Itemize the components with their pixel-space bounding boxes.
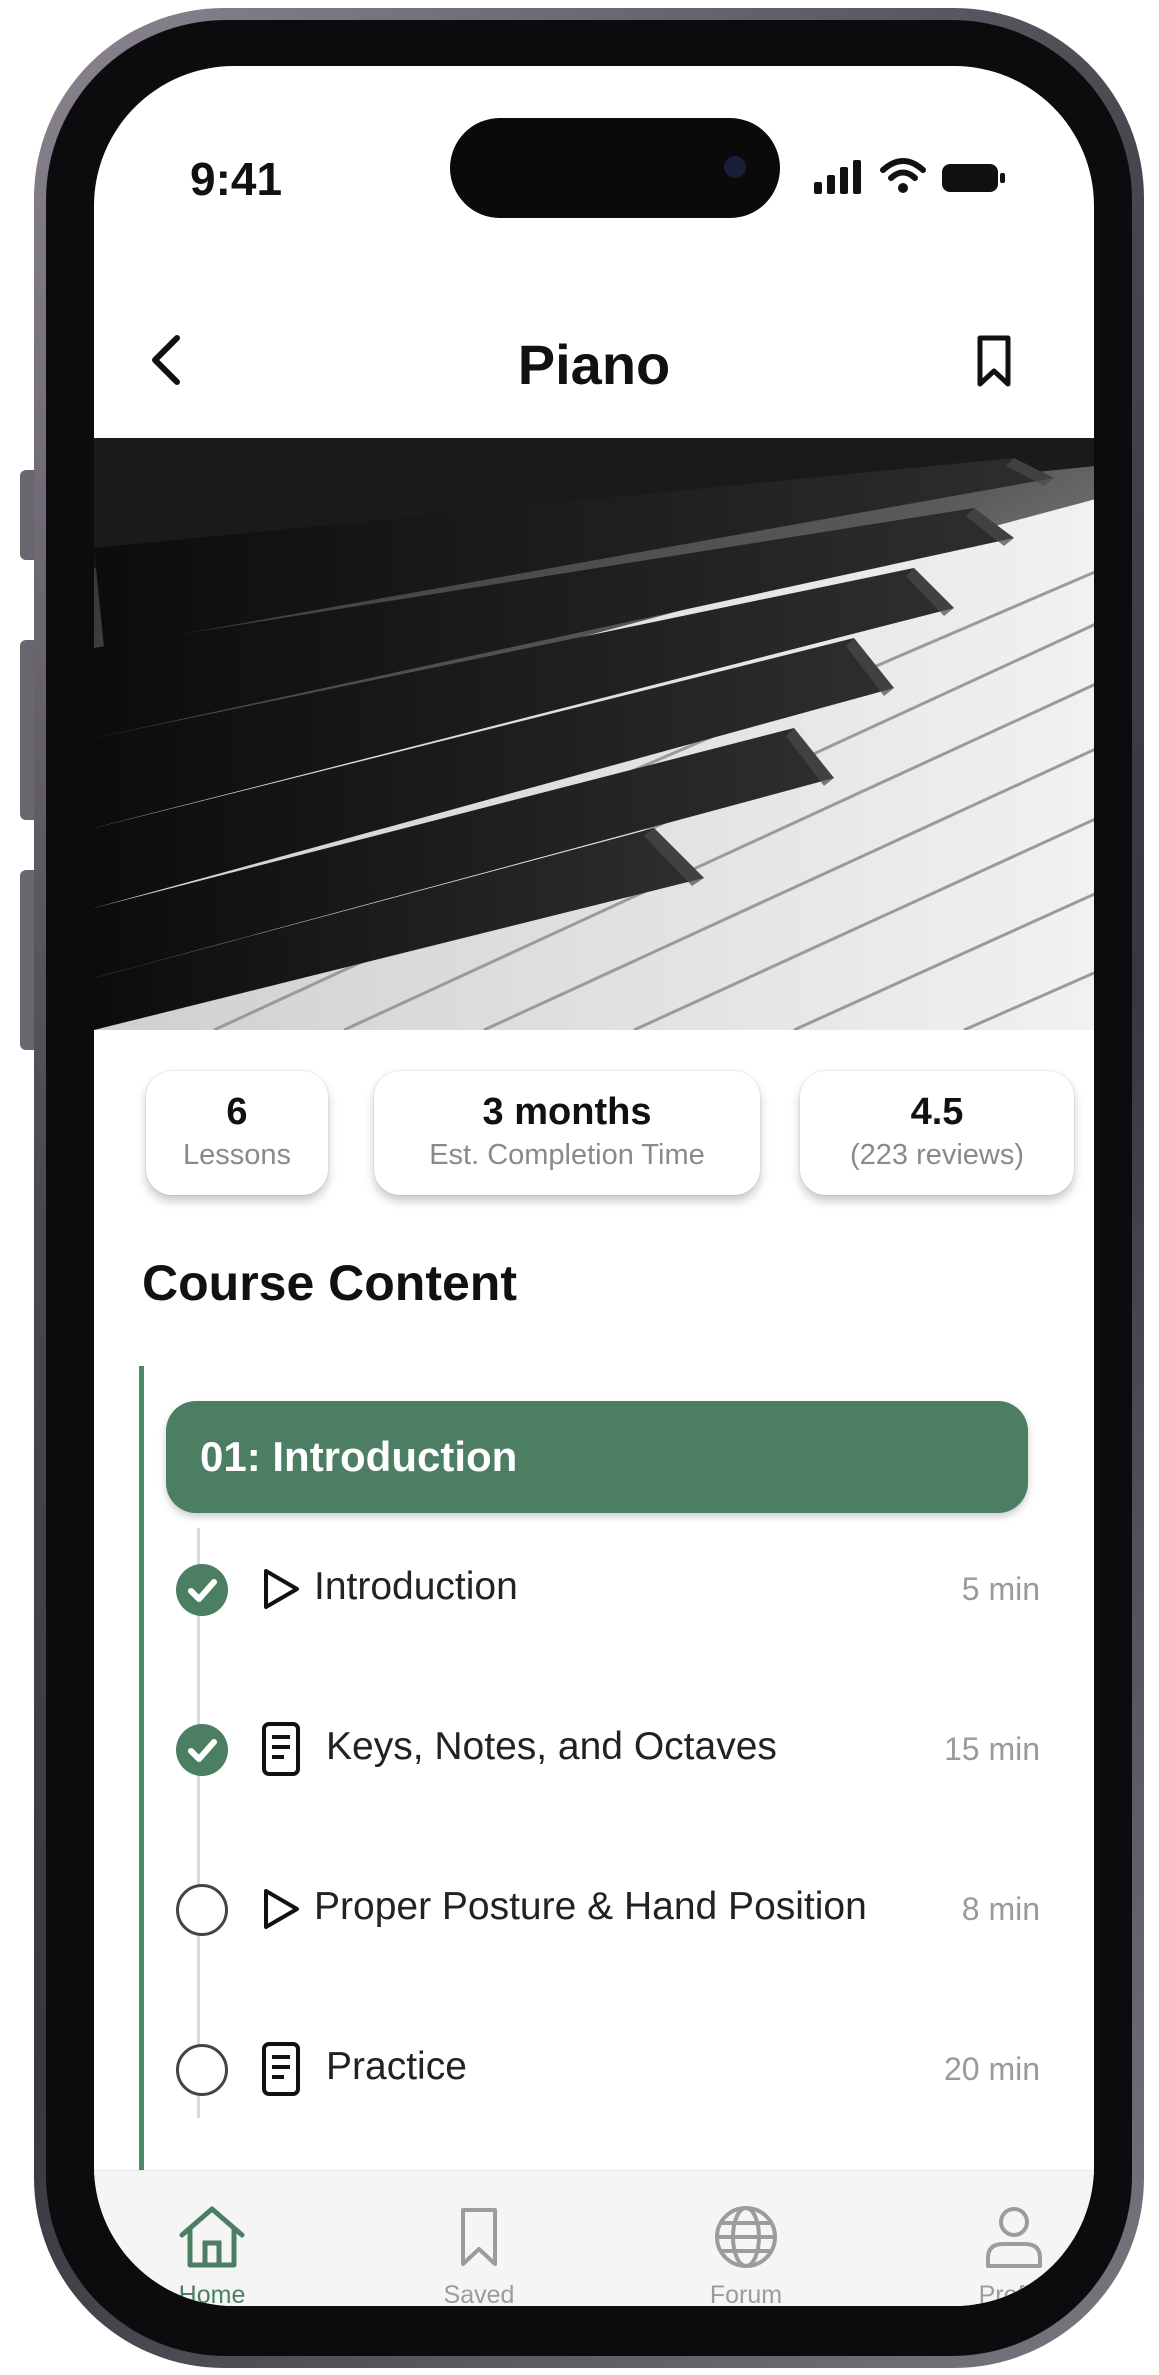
lesson-title: Introduction xyxy=(314,1565,518,1608)
app-screen: 9:41 Piano 6 Lessons 3 months Est. Compl… xyxy=(94,66,1094,2306)
dynamic-island xyxy=(450,118,780,218)
action-button xyxy=(20,470,34,560)
tab-saved[interactable]: Saved xyxy=(399,2199,559,2306)
piano-keys-image xyxy=(94,438,1094,1030)
stat-label: Est. Completion Time xyxy=(429,1139,705,1171)
course-hero-image xyxy=(94,438,1094,1030)
status-icons xyxy=(814,158,1006,194)
lesson-duration: 8 min xyxy=(961,1891,1040,1927)
volume-up-button xyxy=(20,640,34,820)
lesson-item[interactable]: Introduction 5 min xyxy=(94,1549,1094,1629)
lesson-title: Practice xyxy=(326,2045,467,2088)
play-icon xyxy=(258,1559,304,1619)
tab-profile[interactable]: Profile xyxy=(934,2199,1094,2306)
lesson-title: Proper Posture & Hand Position xyxy=(314,1885,867,1928)
completed-check-icon xyxy=(176,1564,228,1616)
home-icon xyxy=(179,2206,245,2268)
globe-icon xyxy=(715,2206,777,2268)
tab-label: Forum xyxy=(709,2281,783,2306)
phone-frame: 9:41 Piano 6 Lessons 3 months Est. Compl… xyxy=(34,8,1144,2368)
section-title: Course Content xyxy=(142,1255,517,1311)
volume-down-button xyxy=(20,870,34,1050)
stat-value: 4.5 xyxy=(910,1091,964,1133)
tab-home[interactable]: Home xyxy=(132,2199,292,2306)
bookmark-button[interactable] xyxy=(966,326,1022,396)
completed-check-icon xyxy=(176,1724,228,1776)
tab-bar: Home Saved Forum Profile xyxy=(94,2170,1094,2306)
tab-forum[interactable]: Forum xyxy=(666,2199,826,2306)
tab-label: Saved xyxy=(443,2281,515,2306)
module-title: 01: Introduction xyxy=(200,1433,518,1480)
bookmark-icon xyxy=(977,335,1011,387)
tab-label: Home xyxy=(178,2281,246,2306)
front-camera xyxy=(724,156,746,178)
module-header[interactable]: 01: Introduction xyxy=(166,1401,1028,1513)
lesson-duration: 20 min xyxy=(943,2051,1040,2087)
person-icon xyxy=(986,2207,1042,2268)
course-stats: 6 Lessons 3 months Est. Completion Time … xyxy=(94,1071,1094,1201)
play-icon xyxy=(258,1879,304,1939)
header: Piano xyxy=(94,298,1094,418)
lesson-title: Keys, Notes, and Octaves xyxy=(326,1725,777,1768)
stat-completion-time: 3 months Est. Completion Time xyxy=(374,1071,760,1195)
lesson-duration: 15 min xyxy=(943,1731,1040,1767)
document-icon xyxy=(258,2039,304,2099)
bookmark-icon xyxy=(461,2208,497,2266)
stat-rating: 4.5 (223 reviews) xyxy=(800,1071,1074,1195)
tab-label: Profile xyxy=(978,2281,1050,2306)
page-title: Piano xyxy=(517,333,671,396)
document-icon xyxy=(258,1719,304,1779)
lesson-item[interactable]: Practice 20 min xyxy=(94,2029,1094,2109)
lesson-duration: 5 min xyxy=(961,1571,1040,1607)
stat-lessons: 6 Lessons xyxy=(146,1071,328,1195)
signal-icon xyxy=(814,160,861,194)
incomplete-circle-icon xyxy=(176,1884,228,1936)
battery-icon xyxy=(942,164,1005,192)
stat-label: (223 reviews) xyxy=(849,1139,1025,1171)
wifi-icon xyxy=(880,158,926,193)
incomplete-circle-icon xyxy=(176,2044,228,2096)
status-time: 9:41 xyxy=(190,153,283,205)
lesson-item[interactable]: Proper Posture & Hand Position 8 min xyxy=(94,1869,1094,1949)
stat-label: Lessons xyxy=(182,1139,291,1171)
stat-value: 6 xyxy=(226,1091,248,1133)
stat-value: 3 months xyxy=(482,1091,652,1133)
lesson-item[interactable]: Keys, Notes, and Octaves 15 min xyxy=(94,1709,1094,1789)
